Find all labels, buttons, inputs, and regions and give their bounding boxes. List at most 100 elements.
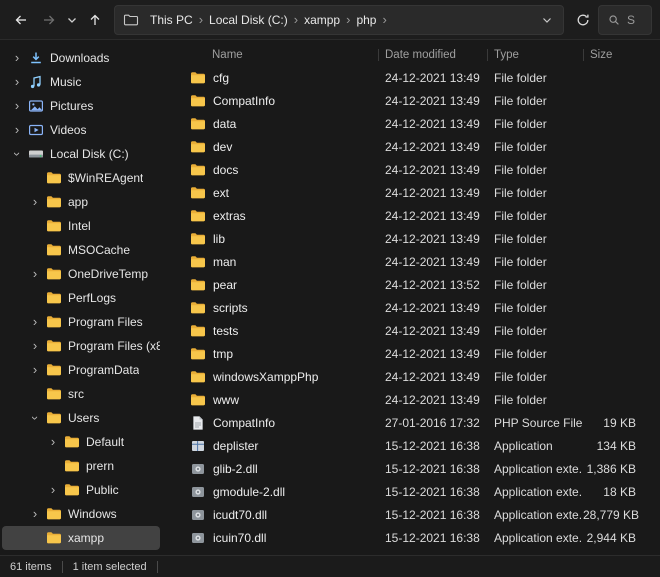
up-button[interactable] [82, 6, 108, 34]
sidebar-item-public[interactable]: ›Public [2, 478, 160, 502]
sidebar-item-videos[interactable]: ›Videos [2, 118, 160, 142]
file-date-modified: 24-12-2021 13:49 [378, 71, 487, 85]
sidebar-item-programdata[interactable]: ›ProgramData [2, 358, 160, 382]
back-button[interactable] [8, 6, 34, 34]
chevron-right-icon[interactable]: › [30, 197, 40, 207]
file-date-modified: 24-12-2021 13:49 [378, 347, 487, 361]
file-row-ext[interactable]: ext24-12-2021 13:49File folder [162, 181, 660, 204]
chevron-right-icon[interactable]: › [30, 317, 40, 327]
file-row-man[interactable]: man24-12-2021 13:49File folder [162, 250, 660, 273]
sidebar-item-intel[interactable]: Intel [2, 214, 160, 238]
file-type: File folder [487, 186, 583, 200]
sidebar-item-onedrivetemp[interactable]: ›OneDriveTemp [2, 262, 160, 286]
file-name: tests [213, 324, 238, 338]
folder-icon [190, 254, 206, 270]
sidebar-item-music[interactable]: ›Music [2, 70, 160, 94]
file-row-tests[interactable]: tests24-12-2021 13:49File folder [162, 319, 660, 342]
chevron-right-icon[interactable]: › [30, 269, 40, 279]
file-row-icuin70-dll[interactable]: icuin70.dll15-12-2021 16:38Application e… [162, 526, 660, 549]
address-bar[interactable]: This PC›Local Disk (C:)›xampp›php› [114, 5, 564, 35]
file-row-deplister[interactable]: deplister15-12-2021 16:38Application134 … [162, 434, 660, 457]
search-input[interactable]: S [598, 5, 652, 35]
breadcrumb-separator[interactable]: › [381, 12, 387, 27]
sidebar-item-default[interactable]: ›Default [2, 430, 160, 454]
file-row-data[interactable]: data24-12-2021 13:49File folder [162, 112, 660, 135]
file-row-lib[interactable]: lib24-12-2021 13:49File folder [162, 227, 660, 250]
file-row-pear[interactable]: pear24-12-2021 13:52File folder [162, 273, 660, 296]
file-name-cell: pear [162, 277, 378, 293]
address-dropdown-icon[interactable] [539, 12, 555, 28]
sidebar-item-xampp[interactable]: xampp [2, 526, 160, 550]
forward-button[interactable] [36, 6, 62, 34]
sidebar-item-src[interactable]: src [2, 382, 160, 406]
file-row-windowsxamppphp[interactable]: windowsXamppPhp24-12-2021 13:49File fold… [162, 365, 660, 388]
file-row-icudt70-dll[interactable]: icudt70.dll15-12-2021 16:38Application e… [162, 503, 660, 526]
file-row-gmodule-2-dll[interactable]: gmodule-2.dll15-12-2021 16:38Application… [162, 480, 660, 503]
file-type: File folder [487, 209, 583, 223]
column-header-type[interactable]: Type [487, 44, 583, 66]
sidebar-item-program-files-x86[interactable]: ›Program Files (x86) [2, 334, 160, 358]
column-header-date-modified[interactable]: Date modified [378, 44, 487, 66]
chevron-right-icon[interactable]: › [12, 101, 22, 111]
file-row-cfg[interactable]: cfg24-12-2021 13:49File folder [162, 66, 660, 89]
sidebar-item-label: Downloads [50, 51, 109, 65]
file-date-modified: 27-01-2016 17:32 [378, 416, 487, 430]
file-row-www[interactable]: www24-12-2021 13:49File folder [162, 388, 660, 411]
chevron-right-icon[interactable]: › [30, 509, 40, 519]
sidebar-item-windows[interactable]: ›Windows [2, 502, 160, 526]
file-date-modified: 24-12-2021 13:52 [378, 278, 487, 292]
breadcrumb-segment-local-disk-c[interactable]: Local Disk (C:) [204, 10, 293, 30]
chevron-right-icon[interactable]: › [12, 53, 22, 63]
file-row-glib-2-dll[interactable]: glib-2.dll15-12-2021 16:38Application ex… [162, 457, 660, 480]
file-name-cell: glib-2.dll [162, 461, 378, 477]
file-row-compatinfo[interactable]: CompatInfo24-12-2021 13:49File folder [162, 89, 660, 112]
column-header-name[interactable]: Name [162, 44, 378, 66]
file-type: File folder [487, 278, 583, 292]
file-name: gmodule-2.dll [213, 485, 285, 499]
chevron-down-icon[interactable]: › [30, 413, 40, 423]
sidebar-item-app[interactable]: ›app [2, 190, 160, 214]
chevron-right-icon[interactable]: › [30, 365, 40, 375]
file-row-compatinfo[interactable]: CompatInfo27-01-2016 17:32PHP Source Fil… [162, 411, 660, 434]
breadcrumb-segment-xampp[interactable]: xampp [299, 10, 345, 30]
file-row-extras[interactable]: extras24-12-2021 13:49File folder [162, 204, 660, 227]
file-type: Application exte... [487, 462, 583, 476]
sidebar-item-pictures[interactable]: › Pictures [2, 94, 160, 118]
sidebar-item-msocache[interactable]: MSOCache [2, 238, 160, 262]
sidebar-item-local-disk-c[interactable]: ›Local Disk (C:) [2, 142, 160, 166]
sidebar-item-users[interactable]: ›Users [2, 406, 160, 430]
file-name: man [213, 255, 236, 269]
file-date-modified: 24-12-2021 13:49 [378, 140, 487, 154]
sidebar-item-label: Pictures [50, 99, 93, 113]
breadcrumb-segment-php[interactable]: php [351, 10, 381, 30]
sidebar-item-prern[interactable]: prern [2, 454, 160, 478]
chevron-down-icon[interactable]: › [12, 149, 22, 159]
sidebar-item-program-files[interactable]: ›Program Files [2, 310, 160, 334]
breadcrumb-segment-this-pc[interactable]: This PC [145, 10, 198, 30]
chevron-right-icon[interactable]: › [48, 485, 58, 495]
folder-icon [46, 170, 62, 186]
file-date-modified: 15-12-2021 16:38 [378, 531, 487, 545]
chevron-right-icon[interactable]: › [12, 77, 22, 87]
items-count: 61 items [10, 561, 52, 573]
file-row-docs[interactable]: docs24-12-2021 13:49File folder [162, 158, 660, 181]
file-row-tmp[interactable]: tmp24-12-2021 13:49File folder [162, 342, 660, 365]
sidebar-item-perflogs[interactable]: PerfLogs [2, 286, 160, 310]
music-icon [28, 74, 44, 90]
file-row-dev[interactable]: dev24-12-2021 13:49File folder [162, 135, 660, 158]
sidebar-item-winreagent[interactable]: $WinREAgent [2, 166, 160, 190]
column-header-size[interactable]: Size [583, 44, 660, 66]
refresh-button[interactable] [570, 6, 596, 34]
file-row-scripts[interactable]: scripts24-12-2021 13:49File folder [162, 296, 660, 319]
sidebar-item-downloads[interactable]: › Downloads [2, 46, 160, 70]
file-list-pane: NameDate modifiedTypeSize cfg24-12-2021 … [162, 40, 660, 555]
recent-locations-button[interactable] [64, 6, 80, 34]
folder-icon [190, 277, 206, 293]
chevron-right-icon[interactable]: › [30, 341, 40, 351]
folder-icon [190, 346, 206, 362]
chevron-right-icon[interactable]: › [12, 125, 22, 135]
file-name-cell: ext [162, 185, 378, 201]
php-icon [190, 415, 206, 431]
chevron-right-icon[interactable]: › [48, 437, 58, 447]
file-size: 1,386 KB [583, 462, 660, 476]
